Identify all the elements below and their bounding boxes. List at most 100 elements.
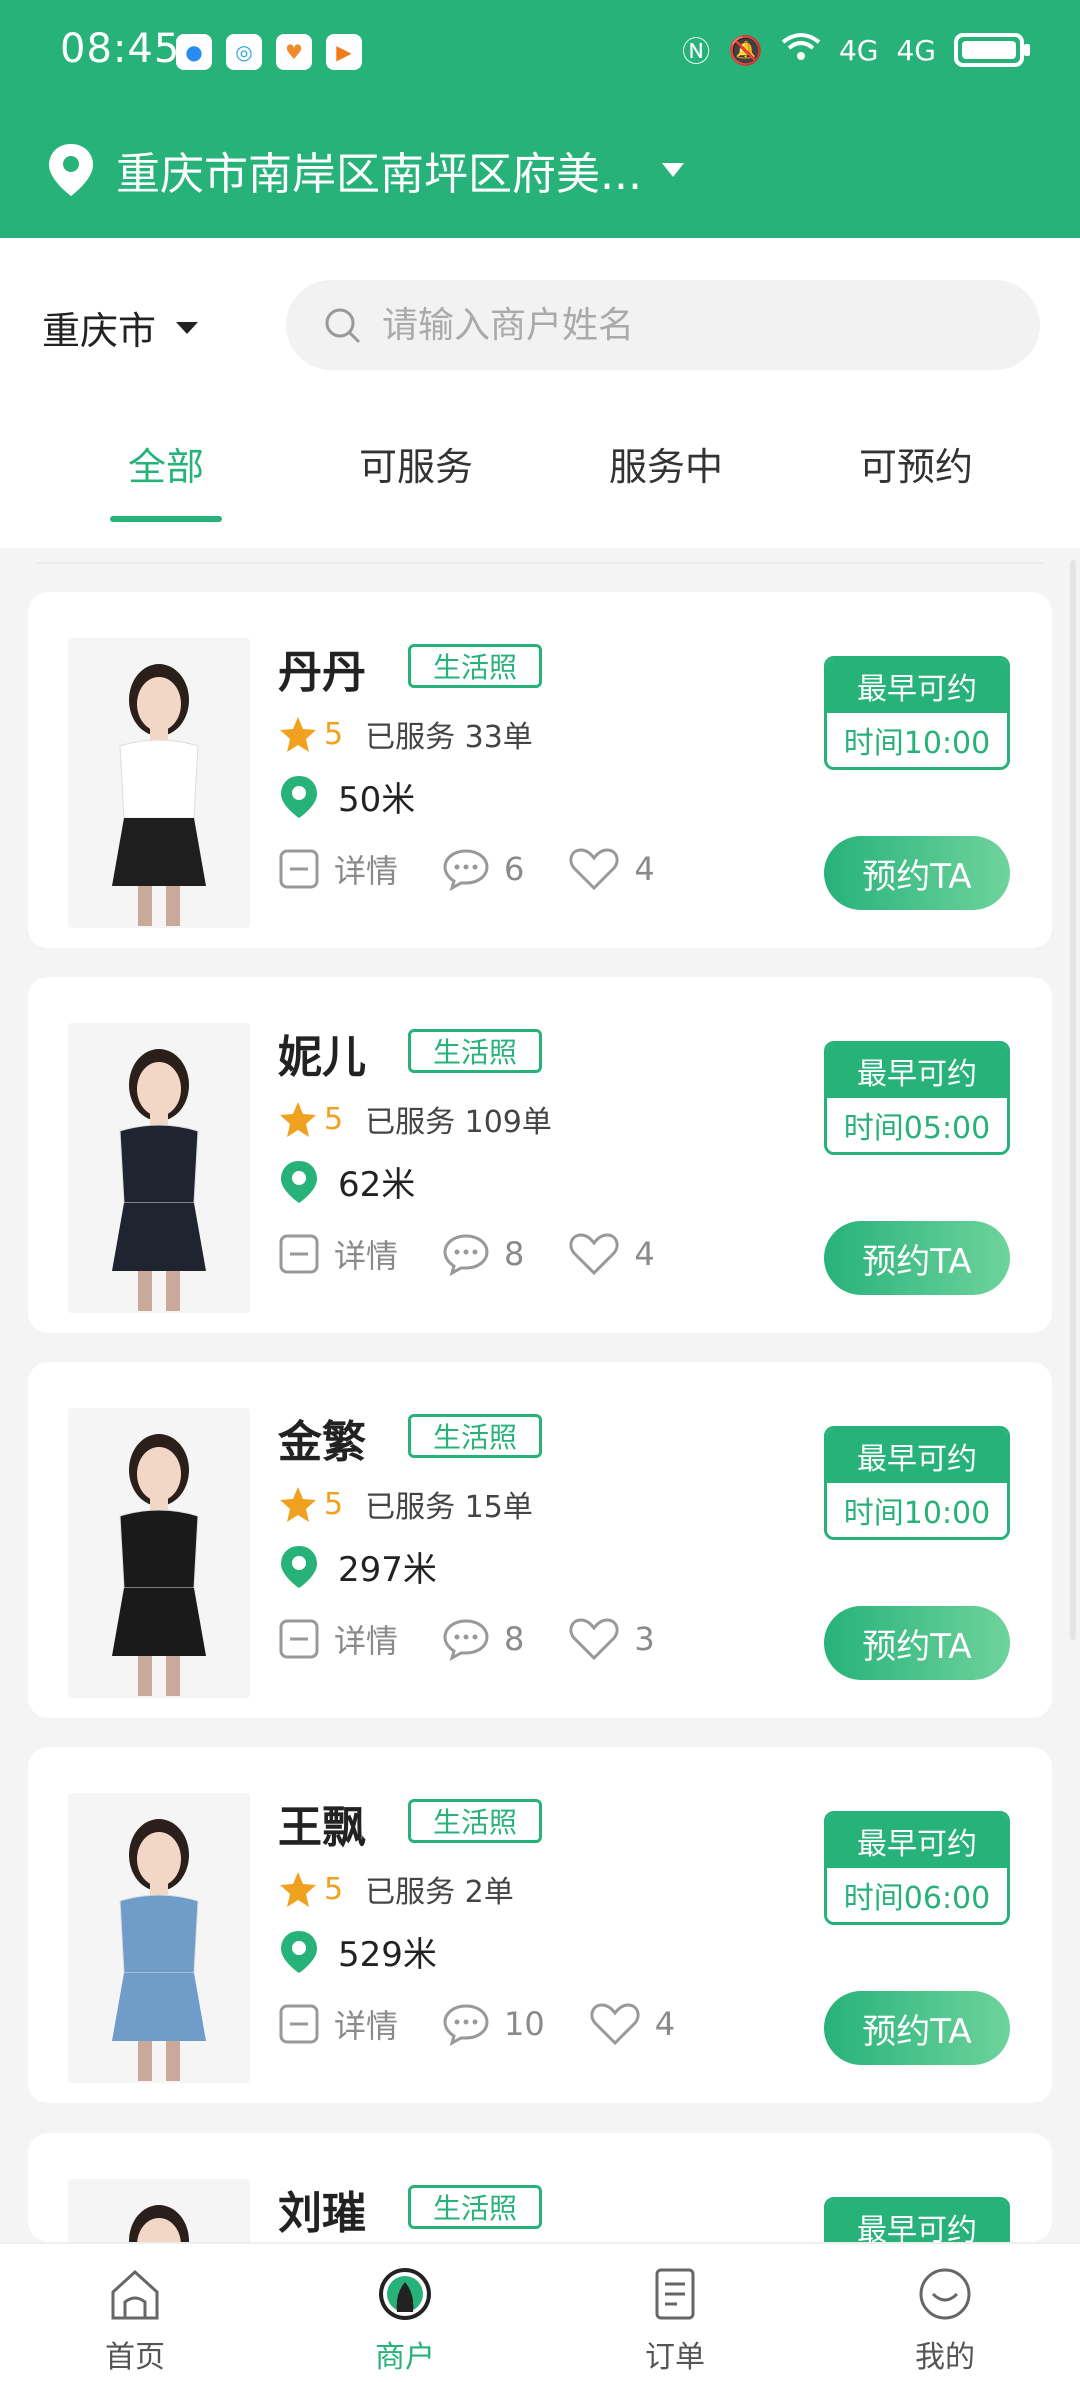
rating-value: 5	[324, 716, 344, 752]
life-photo-tag[interactable]: 生活照	[408, 2185, 542, 2229]
like-button[interactable]: 4	[568, 1231, 655, 1277]
cellular-signal-icon: 4G	[838, 33, 879, 67]
video-notification-icon: ▶	[326, 34, 362, 70]
merchant-photo[interactable]	[68, 1793, 250, 2083]
merchant-icon	[379, 2268, 431, 2320]
card-actions: 详情 8 4	[278, 1231, 699, 1277]
like-button[interactable]: 4	[589, 2001, 675, 2047]
heart-icon	[569, 1233, 619, 1276]
comment-count: 6	[504, 850, 525, 888]
served-count: 已服务 33单	[365, 720, 533, 755]
search-input[interactable]	[382, 304, 982, 346]
search-box[interactable]	[286, 280, 1040, 370]
tab-in-service[interactable]: 服务中	[566, 436, 766, 491]
comments-button[interactable]: 8	[442, 1617, 524, 1661]
comments-button[interactable]: 8	[442, 1232, 524, 1276]
book-button[interactable]: 预约TA	[824, 1606, 1010, 1680]
earliest-slot-title: 最早可约	[827, 1044, 1007, 1098]
detail-icon	[279, 1234, 319, 1274]
detail-button[interactable]: 详情	[278, 2001, 398, 2047]
system-icons: Ⓝ 🔕 4G 4G	[682, 30, 1030, 70]
divider	[36, 562, 1044, 564]
earliest-slot-badge: 最早可约 时间05:00	[824, 1041, 1010, 1155]
location-pin-icon	[281, 1160, 317, 1203]
scrollbar[interactable]	[1070, 560, 1076, 1640]
merchant-photo[interactable]	[68, 1023, 250, 1313]
location-selector[interactable]: 重庆市南岸区南坪区府美...	[46, 140, 684, 200]
merchant-card[interactable]: 刘璀 生活照 最早可约	[28, 2133, 1052, 2382]
merchant-card[interactable]: 金繁 生活照 5 已服务 15单 297米 详情 8 3 最早可约 时间10:0…	[28, 1362, 1052, 1718]
like-button[interactable]: 3	[568, 1616, 655, 1662]
detail-icon	[279, 2004, 319, 2044]
notification-icons: ● ◎ ♥ ▶	[176, 34, 362, 70]
comments-button[interactable]: 6	[442, 847, 524, 891]
earliest-slot-time: 时间10:00	[827, 1483, 1007, 1537]
earliest-slot-time: 时间06:00	[827, 1868, 1007, 1922]
comment-icon	[443, 1619, 489, 1661]
like-count: 4	[654, 2005, 676, 2043]
book-button[interactable]: 预约TA	[824, 1221, 1010, 1295]
card-actions: 详情 8 3	[278, 1616, 699, 1662]
merchant-card[interactable]: 丹丹 生活照 5 已服务 33单 50米 详情 6 4 最早可约 时间10:00…	[28, 592, 1052, 948]
profile-icon	[919, 2268, 971, 2320]
nav-orders-label: 订单	[645, 2340, 705, 2375]
comment-count: 8	[504, 1620, 525, 1658]
earliest-slot-badge: 最早可约 时间10:00	[824, 1426, 1010, 1540]
nav-home-label: 首页	[105, 2340, 165, 2375]
like-count: 3	[634, 1620, 655, 1658]
nav-profile[interactable]: 我的	[865, 2264, 1025, 2376]
merchant-name: 王飘	[278, 1802, 366, 1853]
city-dropdown-icon	[176, 321, 199, 334]
merchant-card[interactable]: 王飘 生活照 5 已服务 2单 529米 详情 10 4 最早可约 时间06:0…	[28, 1747, 1052, 2103]
earliest-slot-badge: 最早可约 时间10:00	[824, 656, 1010, 770]
search-icon	[325, 308, 361, 344]
merchant-photo[interactable]	[68, 1408, 250, 1698]
detail-icon	[279, 849, 319, 889]
comments-button[interactable]: 10	[442, 2002, 545, 2046]
star-icon	[280, 1872, 316, 1907]
life-photo-tag[interactable]: 生活照	[408, 644, 542, 688]
like-button[interactable]: 4	[568, 846, 655, 892]
like-count: 4	[634, 850, 655, 888]
book-button[interactable]: 预约TA	[824, 1991, 1010, 2065]
merchant-photo[interactable]	[68, 638, 250, 928]
heart-icon	[569, 848, 619, 891]
tab-available[interactable]: 可服务	[316, 436, 516, 491]
location-text: 重庆市南岸区南坪区府美...	[116, 149, 642, 200]
message-notification-icon: ●	[176, 34, 212, 70]
city-label: 重庆市	[42, 309, 157, 353]
city-selector[interactable]: 重庆市	[42, 300, 199, 355]
nav-profile-label: 我的	[915, 2340, 975, 2375]
detail-label: 详情	[334, 2007, 399, 2045]
life-photo-tag[interactable]: 生活照	[408, 1799, 542, 1843]
star-icon	[280, 1487, 316, 1522]
comment-icon	[443, 1234, 489, 1276]
search-row: 重庆市	[0, 238, 1080, 398]
merchant-name: 妮儿	[278, 1032, 366, 1083]
rating: 5 已服务 109单	[278, 1097, 552, 1141]
detail-button[interactable]: 详情	[278, 1616, 398, 1662]
life-photo-tag[interactable]: 生活照	[408, 1414, 542, 1458]
tab-bookable[interactable]: 可预约	[816, 436, 1016, 491]
distance: 297米	[278, 1542, 437, 1591]
life-photo-tag[interactable]: 生活照	[408, 1029, 542, 1073]
tab-all[interactable]: 全部	[66, 436, 266, 491]
nav-merchant[interactable]: 商户	[325, 2264, 485, 2376]
comment-icon	[443, 2004, 489, 2046]
location-pin-icon	[281, 1930, 317, 1973]
detail-button[interactable]: 详情	[278, 1231, 398, 1277]
rating-value: 5	[324, 1101, 344, 1137]
merchant-name: 刘璀	[278, 2188, 366, 2239]
book-button[interactable]: 预约TA	[824, 836, 1010, 910]
merchant-card[interactable]: 妮儿 生活照 5 已服务 109单 62米 详情 8 4 最早可约 时间05:0…	[28, 977, 1052, 1333]
nav-orders[interactable]: 订单	[595, 2264, 755, 2376]
battery-icon	[954, 33, 1030, 67]
location-pin-icon	[281, 775, 317, 818]
distance-value: 297米	[338, 1550, 437, 1590]
detail-label: 详情	[334, 1237, 399, 1275]
nav-home[interactable]: 首页	[55, 2264, 215, 2376]
detail-button[interactable]: 详情	[278, 846, 398, 892]
distance: 62米	[278, 1157, 415, 1206]
earliest-slot-badge: 最早可约 时间06:00	[824, 1811, 1010, 1925]
distance-value: 529米	[338, 1935, 437, 1975]
